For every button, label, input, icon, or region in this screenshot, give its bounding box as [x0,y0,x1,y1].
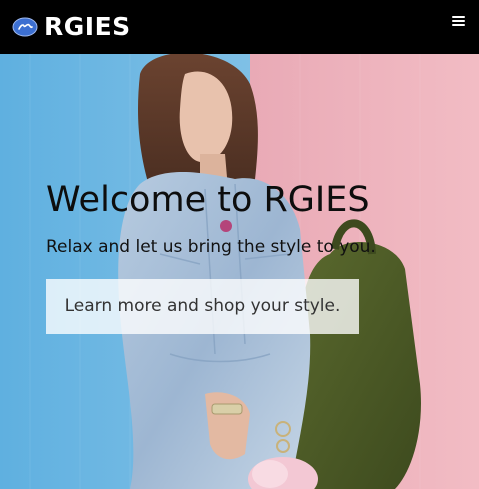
rgies-logo-icon [12,17,38,37]
brand-link[interactable]: RGIES [12,12,131,42]
hero-title: Welcome to RGIES [46,180,370,220]
learn-more-button[interactable]: Learn more and shop your style. [46,279,359,334]
top-navbar: RGIES [0,0,479,54]
hamburger-menu-icon[interactable] [452,14,466,28]
brand-name: RGIES [44,12,131,41]
hero-background-image [0,54,479,489]
hero-section: Welcome to RGIES Relax and let us bring … [0,54,479,489]
page: RGIES Welcome to RGIES Relax and let us … [0,0,479,489]
hero-subtitle: Relax and let us bring the style to you. [46,237,376,257]
